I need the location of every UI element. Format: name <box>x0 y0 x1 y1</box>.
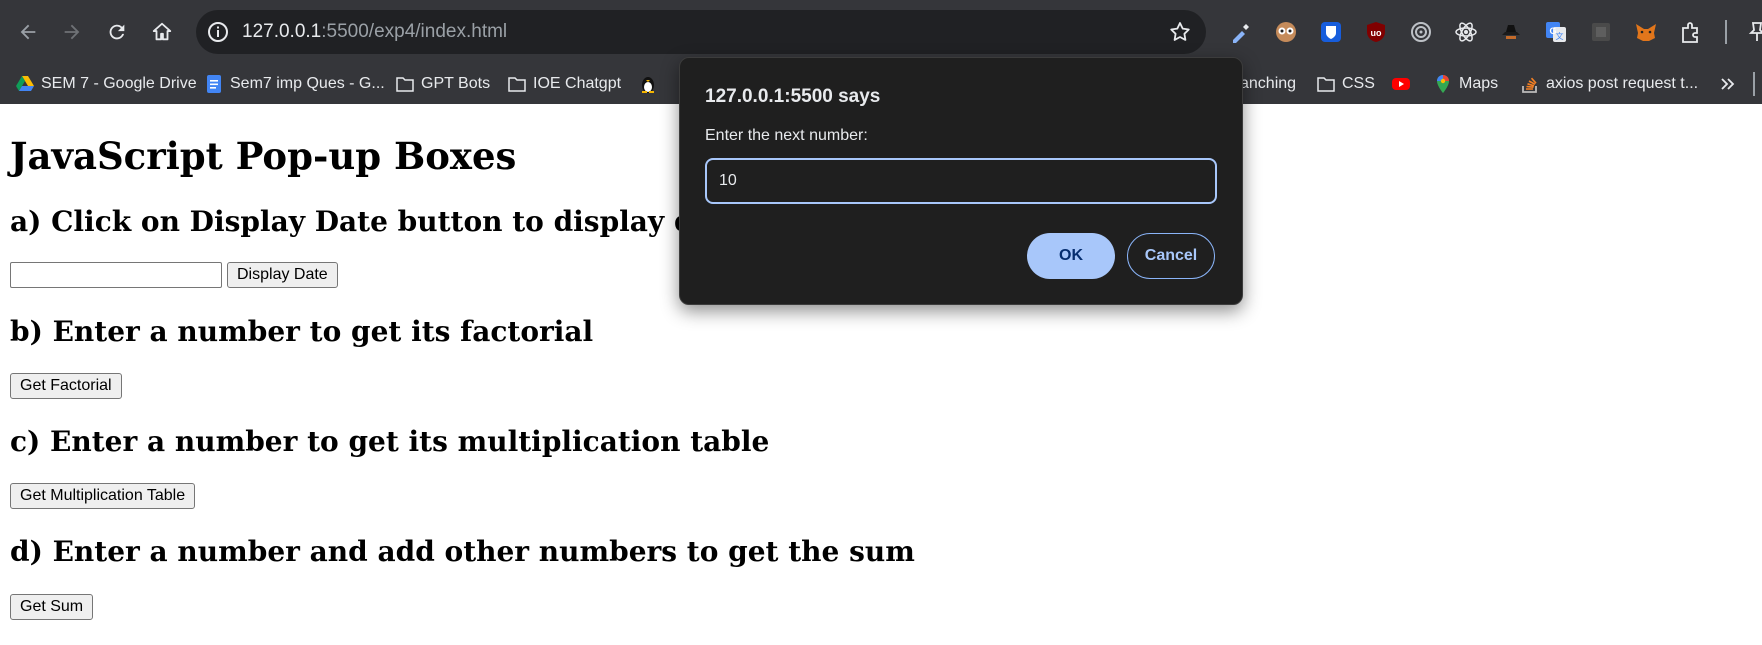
arrow-left-icon <box>20 24 36 40</box>
bookmark-label: anching <box>1240 75 1297 92</box>
bookmark-label: axios post request t... <box>1546 75 1699 92</box>
eyedropper-icon[interactable] <box>1228 19 1254 45</box>
arrow-right-icon <box>64 24 80 40</box>
page-title: JavaScript Pop-up Boxes <box>10 134 517 178</box>
folder-icon <box>396 77 414 92</box>
section-d-heading: d) Enter a number and add other numbers … <box>10 535 915 568</box>
reload-icon <box>109 24 125 40</box>
google-docs-icon <box>207 75 221 93</box>
google-drive-icon <box>16 76 34 91</box>
svg-text:uo: uo <box>1371 28 1382 38</box>
bookmark-ioe-chatgpt[interactable]: IOE Chatgpt <box>507 70 621 98</box>
spy-hat-icon[interactable] <box>1498 19 1524 45</box>
gray-square-icon[interactable] <box>1588 19 1614 45</box>
home-button[interactable] <box>146 16 178 48</box>
toolbar-divider <box>1725 20 1727 44</box>
chevron-double-right-icon <box>1721 78 1735 90</box>
home-icon <box>152 22 172 41</box>
bookmark-sem7-drive[interactable]: SEM 7 - Google Drive <box>15 70 197 98</box>
bookmark-gpt-bots[interactable]: GPT Bots <box>395 70 490 98</box>
bookmark-sem7-ques[interactable]: Sem7 imp Ques - G... <box>204 70 385 98</box>
puzzle-icon[interactable] <box>1678 19 1704 45</box>
bitwarden-icon[interactable] <box>1318 19 1344 45</box>
reload-button[interactable] <box>101 16 133 48</box>
metamask-fox-icon[interactable] <box>1633 19 1659 45</box>
prompt-dialog: 127.0.0.1:5500 says Enter the next numbe… <box>679 57 1243 305</box>
svg-text:文: 文 <box>1556 31 1564 41</box>
bookmark-youtube[interactable] <box>1391 70 1411 98</box>
bookmark-label: CSS <box>1342 75 1375 92</box>
get-sum-button[interactable]: Get Sum <box>10 594 94 620</box>
prompt-input[interactable] <box>705 158 1217 204</box>
stackoverflow-icon <box>1522 77 1537 93</box>
bookmark-css[interactable]: CSS <box>1316 70 1375 98</box>
bookmarks-divider <box>1753 72 1755 96</box>
ok-button[interactable]: OK <box>1027 233 1115 279</box>
dialog-title: 127.0.0.1:5500 says <box>705 86 881 107</box>
get-multiplication-table-button[interactable]: Get Multiplication Table <box>10 483 196 509</box>
date-output-field[interactable] <box>10 262 222 288</box>
bookmark-linux[interactable] <box>638 70 658 98</box>
dialog-message: Enter the next number: <box>705 127 868 144</box>
google-translate-icon[interactable]: G文 <box>1543 19 1569 45</box>
bookmark-star-icon[interactable] <box>1168 20 1192 44</box>
google-maps-icon <box>1437 75 1449 93</box>
browser-toolbar: 127.0.0.1:5500/exp4/index.html uo G文 <box>0 0 1762 64</box>
bookmark-label: Maps <box>1459 75 1499 92</box>
url-text[interactable]: 127.0.0.1:5500/exp4/index.html <box>242 21 507 43</box>
folder-icon <box>508 77 526 92</box>
bookmark-label: GPT Bots <box>421 75 491 92</box>
react-devtools-icon[interactable] <box>1453 19 1479 45</box>
more-bookmarks-button[interactable] <box>1718 70 1738 98</box>
pin-icon[interactable] <box>1744 19 1762 45</box>
bookmark-maps[interactable]: Maps <box>1433 70 1498 98</box>
cancel-button[interactable]: Cancel <box>1127 233 1215 279</box>
display-date-button[interactable]: Display Date <box>227 262 338 288</box>
bookmark-branching[interactable]: anching <box>1240 70 1296 98</box>
owl-icon[interactable] <box>1273 19 1299 45</box>
address-bar[interactable]: 127.0.0.1:5500/exp4/index.html <box>196 10 1206 54</box>
youtube-icon <box>1392 78 1410 90</box>
linux-penguin-icon <box>642 77 654 93</box>
forward-button[interactable] <box>56 16 88 48</box>
bookmark-label: Sem7 imp Ques - G... <box>230 75 385 92</box>
section-c-heading: c) Enter a number to get its multiplicat… <box>10 425 770 458</box>
get-factorial-button[interactable]: Get Factorial <box>10 373 122 399</box>
back-button[interactable] <box>12 16 44 48</box>
bookmark-label: SEM 7 - Google Drive <box>41 75 197 92</box>
folder-icon <box>1317 77 1335 92</box>
site-info-icon[interactable] <box>206 20 230 44</box>
target-icon[interactable] <box>1408 19 1434 45</box>
section-b-heading: b) Enter a number to get its factorial <box>10 315 594 348</box>
bookmark-label: IOE Chatgpt <box>533 75 622 92</box>
ublock-origin-icon[interactable]: uo <box>1363 19 1389 45</box>
bookmark-axios[interactable]: axios post request t... <box>1520 70 1698 98</box>
